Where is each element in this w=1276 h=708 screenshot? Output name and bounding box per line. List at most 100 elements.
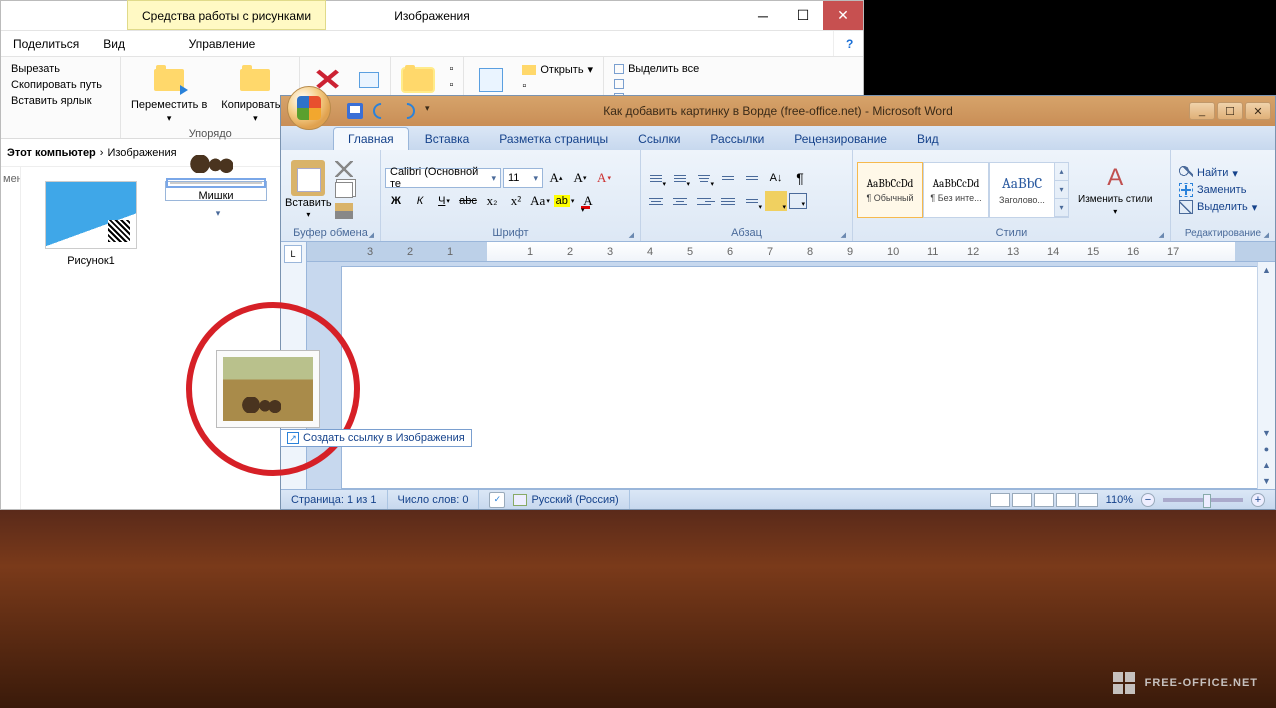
zoom-slider[interactable] bbox=[1163, 498, 1243, 502]
replace-button[interactable]: Заменить bbox=[1179, 183, 1257, 197]
maximize-button[interactable]: ☐ bbox=[1217, 102, 1243, 120]
zoom-value[interactable]: 110% bbox=[1106, 494, 1133, 506]
sort-icon[interactable]: A↓ bbox=[765, 168, 787, 188]
close-button[interactable]: ✕ bbox=[1245, 102, 1271, 120]
font-color-button[interactable]: A bbox=[577, 191, 599, 211]
find-button[interactable]: Найти ▾ bbox=[1179, 166, 1257, 180]
font-size-select[interactable]: 11 bbox=[503, 168, 543, 188]
tab-manage[interactable]: Управление bbox=[137, 37, 307, 51]
status-page[interactable]: Страница: 1 из 1 bbox=[281, 490, 388, 509]
horizontal-ruler[interactable]: 321 1234567891011121314151617 bbox=[307, 242, 1275, 262]
status-word-count[interactable]: Число слов: 0 bbox=[388, 490, 480, 509]
line-spacing-icon[interactable] bbox=[741, 191, 763, 211]
outline-view-icon[interactable] bbox=[1056, 493, 1076, 507]
shrink-font-icon[interactable]: A▾ bbox=[569, 168, 591, 188]
edit-button[interactable]: ▫ bbox=[522, 80, 593, 92]
help-button[interactable]: ? bbox=[833, 31, 863, 56]
tab-mailings[interactable]: Рассылки bbox=[696, 128, 778, 150]
clear-formatting-icon[interactable]: A bbox=[593, 168, 615, 188]
minimize-button[interactable]: ─ bbox=[743, 1, 783, 30]
file-item[interactable]: Мишки bbox=[165, 181, 267, 201]
justify-icon[interactable] bbox=[717, 191, 739, 211]
explorer-titlebar[interactable]: Средства работы с рисунками Изображения … bbox=[1, 1, 863, 31]
change-styles-button[interactable]: AИзменить стили▾ bbox=[1072, 162, 1158, 218]
align-right-icon[interactable] bbox=[693, 191, 715, 211]
document-page[interactable] bbox=[341, 266, 1275, 489]
zoom-in-button[interactable]: + bbox=[1251, 493, 1265, 507]
tab-home[interactable]: Главная bbox=[333, 127, 409, 150]
word-window: ▾ Как добавить картинку в Ворде (free-of… bbox=[280, 95, 1276, 510]
strike-button[interactable]: abc bbox=[457, 191, 479, 211]
change-case-button[interactable]: Aa bbox=[529, 191, 551, 211]
multilevel-list-icon[interactable] bbox=[693, 168, 715, 188]
tab-insert[interactable]: Вставка bbox=[411, 128, 484, 150]
select-button[interactable]: Выделить ▾ bbox=[1179, 200, 1257, 214]
cut-icon[interactable] bbox=[335, 161, 353, 177]
tab-references[interactable]: Ссылки bbox=[624, 128, 694, 150]
print-layout-view-icon[interactable] bbox=[990, 493, 1010, 507]
subscript-button[interactable]: x₂ bbox=[481, 191, 503, 211]
windows-logo-icon bbox=[1113, 672, 1135, 694]
full-screen-view-icon[interactable] bbox=[1012, 493, 1032, 507]
select-all-button[interactable]: Выделить все bbox=[614, 63, 699, 75]
style-heading1[interactable]: AaBbCЗаголово... bbox=[989, 162, 1055, 218]
underline-button[interactable]: Ч bbox=[433, 191, 455, 211]
undo-icon[interactable] bbox=[370, 100, 393, 123]
copy-icon[interactable] bbox=[335, 182, 353, 198]
italic-button[interactable]: К bbox=[409, 191, 431, 211]
highlight-button[interactable]: ab bbox=[553, 191, 575, 211]
align-center-icon[interactable] bbox=[669, 191, 691, 211]
superscript-button[interactable]: x² bbox=[505, 191, 527, 211]
copy-path-button[interactable]: Скопировать путь bbox=[11, 79, 110, 91]
paste-shortcut-button[interactable]: Вставить ярлык bbox=[11, 95, 110, 107]
borders-icon[interactable] bbox=[789, 193, 807, 209]
close-button[interactable]: ✕ bbox=[823, 1, 863, 30]
status-language[interactable]: Русский (Россия) bbox=[479, 490, 629, 509]
style-no-spacing[interactable]: AaBbCcDd¶ Без инте... bbox=[923, 162, 989, 218]
styles-gallery-scroll[interactable]: ▴▾▾ bbox=[1055, 162, 1069, 218]
move-to-button[interactable]: Переместить в▾ bbox=[127, 61, 211, 126]
word-statusbar: Страница: 1 из 1 Число слов: 0 Русский (… bbox=[281, 489, 1275, 509]
bold-button[interactable]: Ж bbox=[385, 191, 407, 211]
increase-indent-icon[interactable] bbox=[741, 168, 763, 188]
align-left-icon[interactable] bbox=[645, 191, 667, 211]
office-button[interactable] bbox=[287, 86, 331, 130]
new-item-button[interactable]: ▫ bbox=[449, 63, 453, 75]
format-painter-icon[interactable] bbox=[335, 203, 353, 219]
cut-button[interactable]: Вырезать bbox=[11, 63, 110, 75]
minimize-button[interactable]: _ bbox=[1189, 102, 1215, 120]
style-normal[interactable]: AaBbCcDd¶ Обычный bbox=[857, 162, 923, 218]
web-layout-view-icon[interactable] bbox=[1034, 493, 1054, 507]
drag-ghost-thumbnail bbox=[216, 350, 320, 428]
quick-access-toolbar: ▾ bbox=[339, 103, 449, 119]
font-name-select[interactable]: Calibri (Основной те bbox=[385, 168, 501, 188]
tab-share[interactable]: Поделиться bbox=[1, 37, 91, 51]
breadcrumb-folder[interactable]: Изображения bbox=[107, 147, 176, 159]
save-icon[interactable] bbox=[347, 103, 363, 119]
open-button[interactable]: Открыть ▾ bbox=[522, 63, 593, 76]
redo-icon[interactable] bbox=[396, 100, 419, 123]
grow-font-icon[interactable]: A▴ bbox=[545, 168, 567, 188]
tab-view[interactable]: Вид bbox=[903, 128, 953, 150]
qat-dropdown-icon[interactable]: ▾ bbox=[425, 103, 441, 119]
paste-button[interactable]: Вставить▾ bbox=[285, 160, 332, 219]
vertical-scrollbar[interactable]: ▲▼●▲▼ bbox=[1257, 262, 1275, 489]
maximize-button[interactable]: ☐ bbox=[783, 1, 823, 30]
show-marks-icon[interactable]: ¶ bbox=[789, 168, 811, 188]
word-titlebar[interactable]: ▾ Как добавить картинку в Ворде (free-of… bbox=[281, 96, 1275, 126]
zoom-out-button[interactable]: − bbox=[1141, 493, 1155, 507]
select-none-button[interactable] bbox=[614, 79, 699, 89]
tab-view[interactable]: Вид bbox=[91, 37, 137, 51]
numbering-icon[interactable] bbox=[669, 168, 691, 188]
draft-view-icon[interactable] bbox=[1078, 493, 1098, 507]
tab-selector[interactable]: L bbox=[284, 245, 302, 263]
bullets-icon[interactable] bbox=[645, 168, 667, 188]
tab-review[interactable]: Рецензирование bbox=[780, 128, 901, 150]
contextual-tab-picture-tools[interactable]: Средства работы с рисунками bbox=[127, 0, 326, 30]
shading-icon[interactable] bbox=[765, 191, 787, 211]
breadcrumb-root[interactable]: Этот компьютер bbox=[7, 147, 96, 159]
decrease-indent-icon[interactable] bbox=[717, 168, 739, 188]
file-item[interactable]: Рисунок1 bbox=[45, 181, 137, 267]
tab-page-layout[interactable]: Разметка страницы bbox=[485, 128, 622, 150]
easy-access-button[interactable]: ▫ bbox=[449, 79, 453, 91]
